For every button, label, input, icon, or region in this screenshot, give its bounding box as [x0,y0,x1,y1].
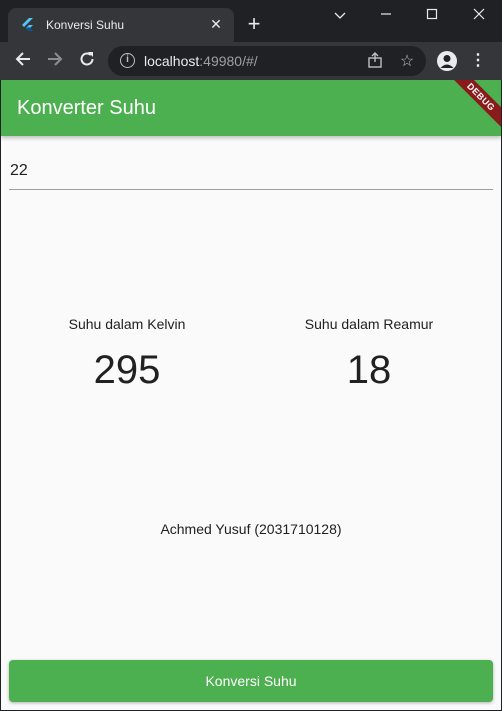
reamur-value: 18 [346,348,392,392]
reload-icon[interactable] [76,50,98,72]
close-icon[interactable]: ✕ [208,16,224,32]
browser-tab[interactable]: Konversi Suhu ✕ [8,8,234,42]
minimize-icon[interactable] [374,6,398,26]
tab-title: Konversi Suhu [46,18,125,32]
reamur-result: Suhu dalam Reamur 18 [269,316,469,393]
window-close-icon[interactable] [467,6,491,26]
share-icon[interactable] [366,52,384,70]
forward-arrow-icon[interactable] [44,50,66,72]
temperature-input[interactable] [9,152,493,190]
reamur-label: Suhu dalam Reamur [304,316,434,332]
chevron-down-icon[interactable] [328,6,352,26]
kelvin-result: Suhu dalam Kelvin 295 [27,316,227,393]
maximize-icon[interactable] [420,6,444,26]
temperature-field[interactable] [9,152,493,192]
convert-button[interactable]: Konversi Suhu [9,660,493,702]
avatar[interactable] [437,51,457,71]
kelvin-label: Suhu dalam Kelvin [68,316,186,332]
plus-icon[interactable]: + [244,13,264,35]
kebab-menu-icon[interactable]: ⋮ [470,50,486,72]
browser-toolbar: i localhost:49980/#/ ☆ ⋮ [0,42,502,80]
back-arrow-icon[interactable] [12,50,34,72]
author-text: Achmed Yusuf (2031710128) [160,521,342,537]
star-icon[interactable]: ☆ [398,51,416,70]
flutter-icon [21,18,36,33]
app-bar: Konverter Suhu [1,80,501,136]
page-title: Konverter Suhu [17,97,156,119]
browser-tabstrip: Konversi Suhu ✕ + [0,0,502,42]
info-icon[interactable]: i [120,53,135,68]
app-viewport: Konverter Suhu DEBUG Suhu dalam Kelvin 2… [1,80,501,710]
kelvin-value: 295 [93,348,161,392]
address-bar[interactable]: i localhost:49980/#/ ☆ [108,46,426,76]
url-text: localhost:49980/#/ [144,53,258,69]
